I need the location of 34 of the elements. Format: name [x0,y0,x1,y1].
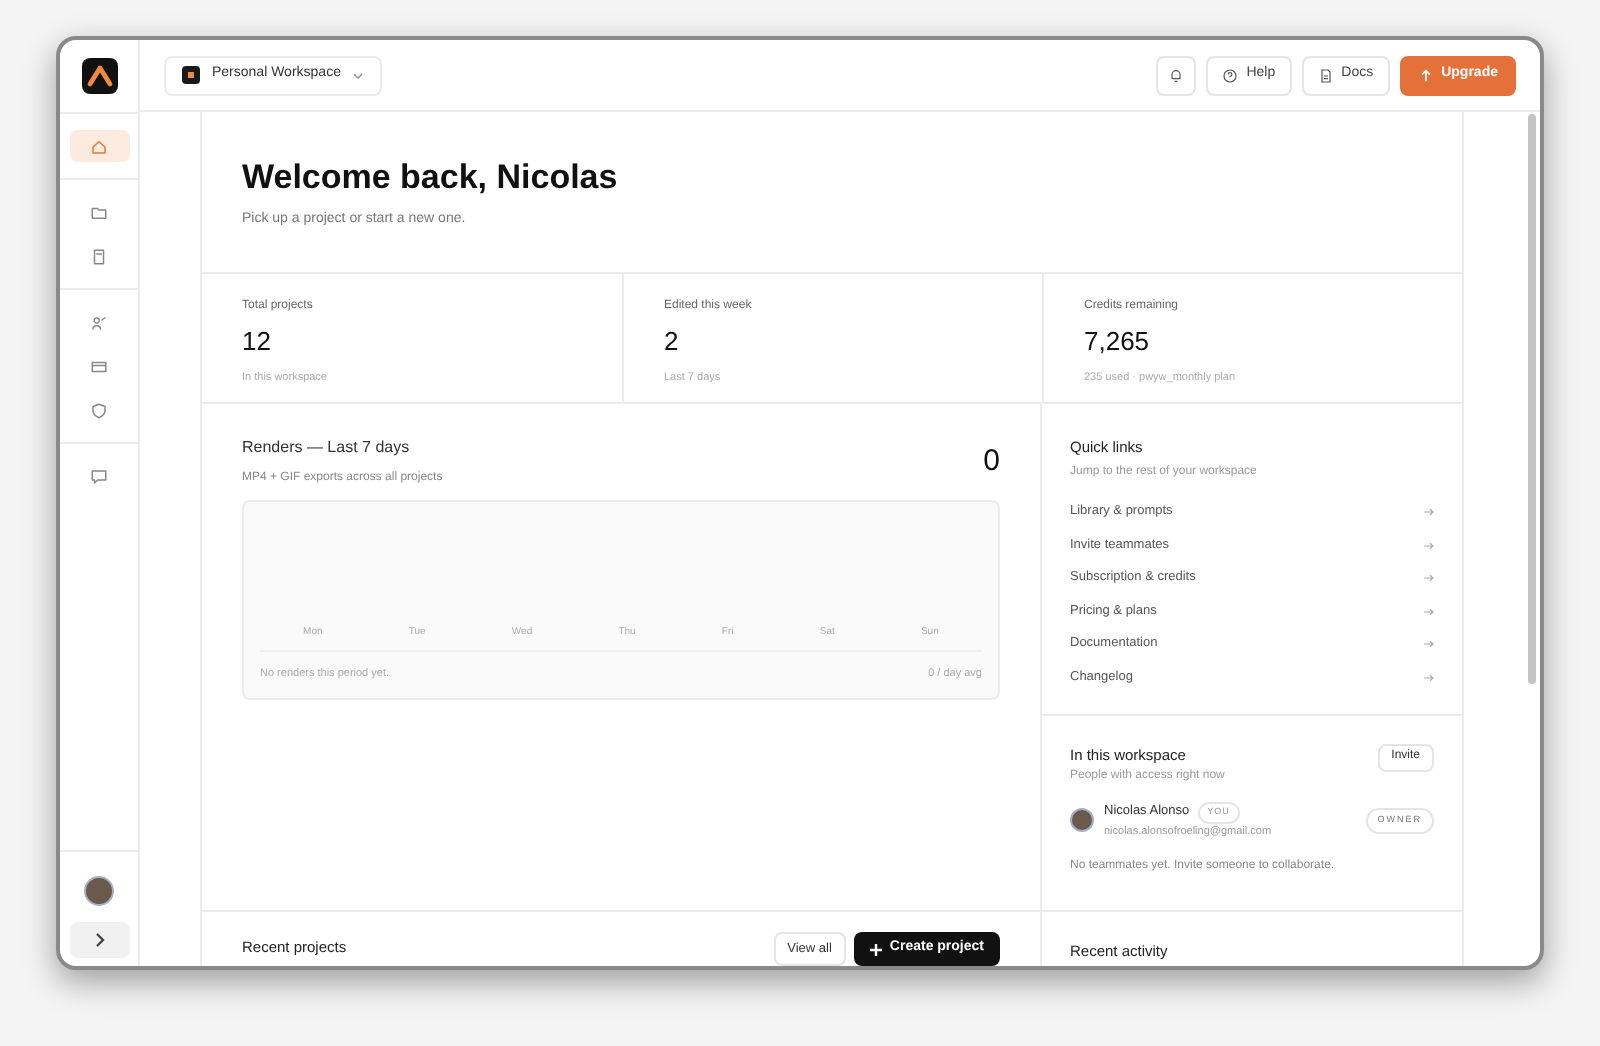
users-icon [90,313,108,331]
stat-value: 2 [664,324,681,361]
arrow-right-icon [1424,541,1434,550]
app-logo [81,58,117,94]
arrow-up-icon [1417,67,1434,83]
member-avatar [1070,808,1094,833]
arrow-right-icon [1424,607,1434,616]
stat-value: 12 [242,324,273,361]
chat-icon [90,467,108,485]
folder-icon [90,203,108,221]
plus-icon [869,943,882,955]
workspace-icon [182,66,200,84]
arrow-right-icon [1424,673,1434,682]
arrow-right-icon [1424,574,1434,583]
card-icon [90,357,108,375]
chevron-right-icon [93,932,105,948]
user-avatar[interactable] [84,876,114,906]
arrow-right-icon [1424,508,1434,517]
nav-item[interactable] [69,130,129,162]
document-icon [1317,67,1334,83]
chevron-down-icon [352,71,365,79]
document-icon [90,247,108,265]
scrollbar-thumb[interactable] [1528,114,1536,684]
renders-title: Renders — Last 7 days [242,435,412,460]
home-icon [90,137,108,155]
bell-button[interactable] [1156,55,1197,95]
renders-total: 0 [983,441,1000,482]
shield-icon [90,401,108,419]
expand-sidebar-button[interactable] [69,922,129,958]
help-icon [1222,67,1239,83]
bell-icon [1168,67,1185,83]
stat-value: 7,265 [1084,324,1152,361]
welcome-heading: Welcome back, Nicolas [242,156,620,199]
arrow-right-icon [1424,640,1434,649]
